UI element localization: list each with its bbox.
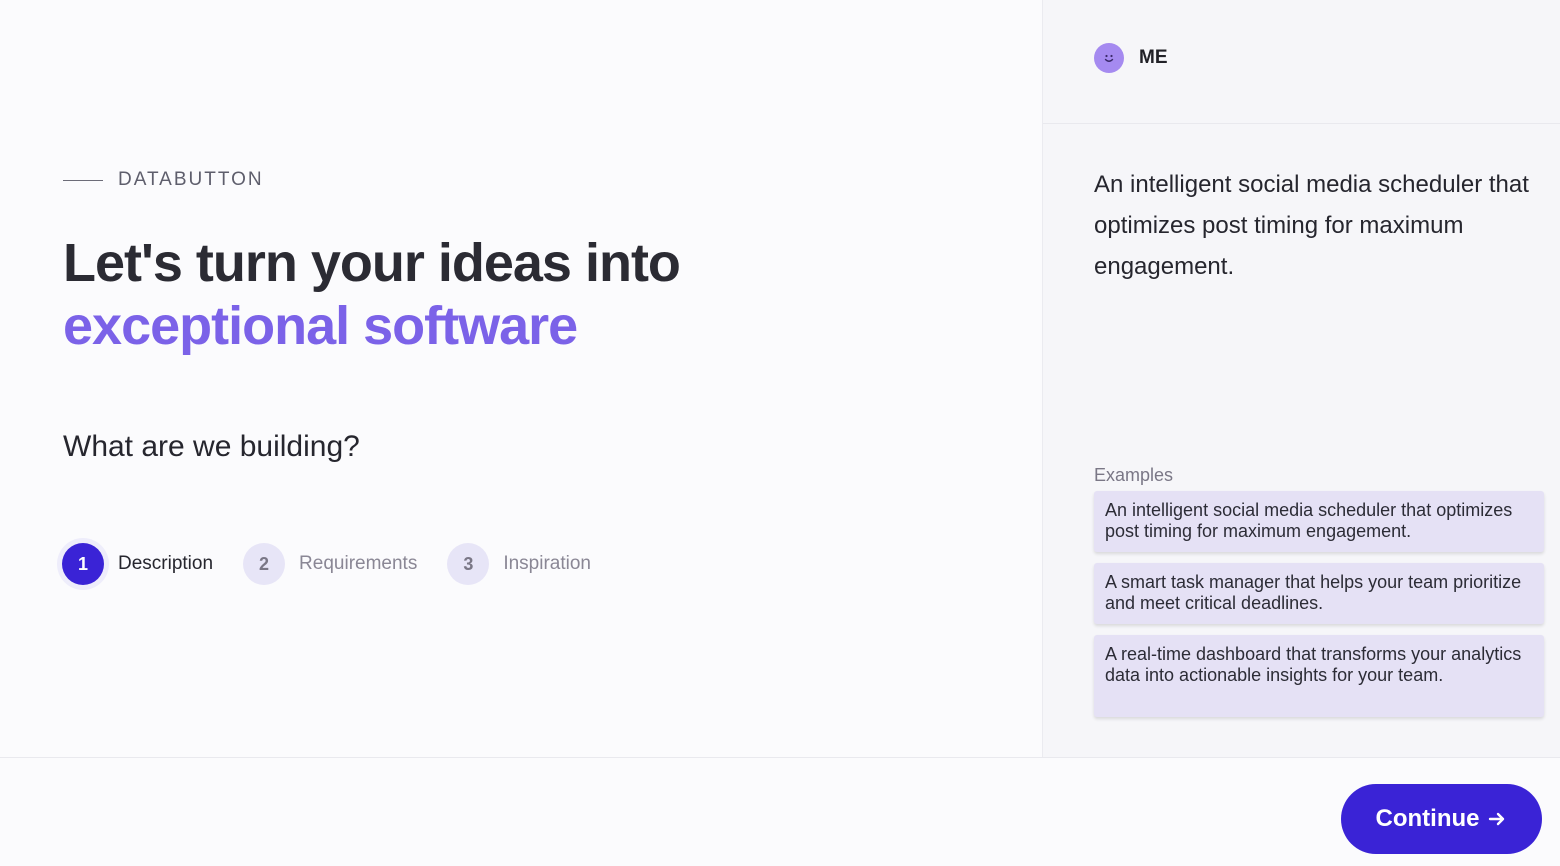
continue-button[interactable]: Continue [1341,784,1542,854]
eyebrow-divider [63,179,103,181]
stepper: 1 Description 2 Requirements 3 Inspirati… [62,543,621,585]
brand-name: DATABUTTON [118,169,264,190]
step-description[interactable]: 1 Description [62,543,213,585]
step-requirements[interactable]: 2 Requirements [243,543,417,585]
author-name: ME [1139,47,1168,68]
arrow-right-icon-svg [1489,812,1505,826]
app-root: DATABUTTON Let's turn your ideas into ex… [0,0,1560,866]
brand-eyebrow: DATABUTTON [63,168,264,192]
step-label: Requirements [299,553,418,574]
step-label: Description [118,553,214,574]
step-inspiration[interactable]: 3 Inspiration [447,543,591,585]
question-heading: What are we building? [63,430,360,463]
continue-label: Continue [1375,805,1480,832]
examples-label: Examples [1094,465,1174,485]
example-item[interactable]: An intelligent social media scheduler th… [1094,491,1544,552]
page-title: Let's turn your ideas into exceptional s… [63,232,963,358]
intro-panel: DATABUTTON Let's turn your ideas into ex… [0,0,1042,757]
smiley-face-icon-svg [1104,54,1114,62]
step-number: 1 [62,543,104,585]
step-label: Inspiration [503,553,591,574]
step-number: 3 [447,543,490,585]
arrow-right-icon [1487,809,1507,829]
title-line-1: Let's turn your ideas into [63,233,681,293]
step-number: 2 [243,543,286,585]
author-header: ME [1043,0,1560,124]
example-item[interactable]: A smart task manager that helps your tea… [1094,563,1544,624]
example-item[interactable]: A real-time dashboard that transforms yo… [1094,635,1544,717]
prompt-panel: ME An intelligent social media scheduler… [1042,0,1560,757]
title-line-2: exceptional software [63,296,578,356]
smiley-face-icon [1094,43,1124,73]
footer-bar: Continue [0,757,1560,866]
prompt-textarea[interactable]: An intelligent social media scheduler th… [1094,164,1544,287]
